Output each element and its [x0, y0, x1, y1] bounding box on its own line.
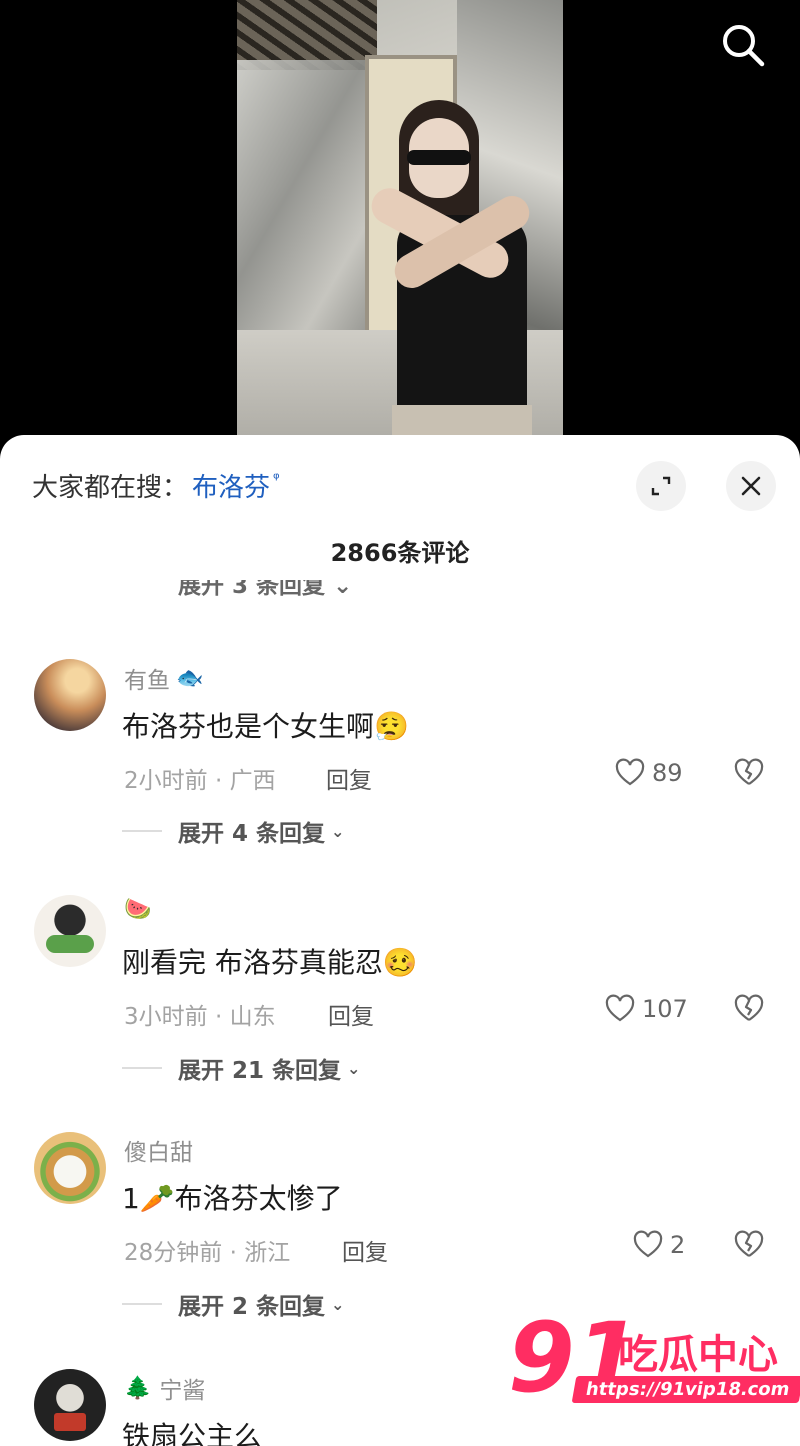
watermark-logo: 91 吃瓜中心 https://91vip18.com [508, 1310, 800, 1420]
comment-text-label: 刚看完 布洛芬真能忍 [122, 946, 383, 979]
comment-username[interactable]: 有鱼 🐟 [124, 661, 203, 695]
divider-line [122, 830, 162, 832]
watermelon-icon: 🍉 [124, 897, 152, 922]
avatar[interactable] [34, 1369, 106, 1441]
comment-meta: 28分钟前 · 浙江 [124, 1240, 291, 1266]
comment-username[interactable]: 傻白甜 [124, 1133, 193, 1167]
heart-icon [615, 758, 645, 786]
divider-line [122, 1067, 162, 1069]
like-count: 89 [652, 759, 683, 787]
video-person-sunglasses [407, 150, 471, 165]
expand-replies-button[interactable]: 展开 21 条回复 ⌄ [122, 1051, 360, 1085]
expand-replies-label: 展开 2 条回复 [178, 1294, 326, 1320]
username-label: 傻白甜 [124, 1140, 193, 1166]
comment-username[interactable]: 🍉 [124, 897, 159, 922]
avatar-detail [54, 1413, 86, 1431]
heart-icon [633, 1230, 663, 1258]
video-player[interactable] [0, 0, 800, 460]
expand-replies-button[interactable]: 展开 2 条回复 ⌄ [122, 1287, 344, 1321]
reply-button[interactable]: 回复 [326, 761, 372, 795]
dislike-button[interactable] [732, 757, 766, 793]
broken-heart-icon [734, 994, 764, 1021]
broken-heart-icon [734, 1230, 764, 1257]
reply-button[interactable]: 回复 [328, 997, 374, 1031]
like-button[interactable]: 107 [604, 993, 688, 1025]
username-label: 有鱼 [124, 668, 170, 694]
expand-replies-label: 展开 4 条回复 [178, 821, 326, 847]
expand-replies-partial[interactable]: 展开 3 条回复 ⌄ [178, 580, 352, 606]
avatar[interactable] [34, 659, 106, 731]
heart-icon [605, 994, 635, 1022]
chevron-down-icon: ⌄ [331, 1294, 345, 1314]
like-button[interactable]: 2 [632, 1229, 685, 1261]
comment-text: 布洛芬也是个女生啊😮‍💨 [122, 705, 409, 745]
close-button[interactable] [726, 461, 776, 511]
comment-text-label: 布洛芬也是个女生啊 [122, 710, 375, 743]
fullscreen-icon [651, 476, 671, 496]
expand-replies-button[interactable]: 展开 4 条回复 ⌄ [122, 814, 344, 848]
comment-text: 刚看完 布洛芬真能忍🥴 [122, 941, 418, 981]
dislike-button[interactable] [732, 1229, 766, 1265]
trending-search[interactable]: 大家都在搜： 布洛芬 ᵠ [32, 465, 280, 505]
expand-replies-partial-label: 展开 3 条回复 ⌄ [178, 580, 353, 599]
broken-heart-icon [734, 758, 764, 785]
fullscreen-button[interactable] [636, 461, 686, 511]
avatar[interactable] [34, 895, 106, 967]
search-small-icon: ᵠ [273, 468, 280, 488]
username-label: 宁酱 [159, 1378, 206, 1404]
divider-line [122, 1303, 162, 1305]
watermark-brand: 吃瓜中心 [618, 1332, 778, 1378]
chevron-down-icon: ⌄ [331, 821, 345, 841]
watermark-url: https://91vip18.com [571, 1376, 800, 1403]
comment-count: 2866条评论 [330, 539, 470, 567]
like-count: 2 [670, 1231, 686, 1259]
comment-sheet: 大家都在搜： 布洛芬 ᵠ 2866条评论 展开 3 条回复 ⌄ 有鱼 🐟 布洛芬… [0, 435, 800, 1446]
comment-username[interactable]: 🌲 宁酱 [124, 1371, 205, 1405]
fish-icon: 🐟 [176, 665, 204, 691]
expand-replies-label: 展开 21 条回复 [178, 1058, 342, 1084]
comment-text: 1🥕布洛芬太惨了 [122, 1182, 343, 1215]
like-count: 107 [642, 995, 688, 1023]
reply-button[interactable]: 回复 [342, 1233, 388, 1267]
chevron-down-icon: ⌄ [347, 1058, 361, 1078]
dislike-button[interactable] [732, 993, 766, 1029]
avatar-detail [46, 935, 94, 953]
evergreen-tree-icon: 🌲 [124, 1375, 152, 1401]
close-icon [741, 476, 761, 496]
comment-meta: 3小时前 · 山东 [124, 1004, 276, 1030]
comment-meta: 2小时前 · 广西 [124, 768, 276, 794]
woozy-face-icon: 🥴 [382, 946, 418, 979]
video-frame [237, 0, 563, 460]
comment-text: 铁扇公主么 [122, 1420, 263, 1446]
avatar[interactable] [34, 1132, 106, 1204]
trending-search-prefix: 大家都在搜： [32, 472, 189, 503]
like-button[interactable]: 89 [614, 757, 683, 789]
sighing-face-icon: 😮‍💨 [374, 710, 409, 743]
trending-search-term[interactable]: 布洛芬 [192, 467, 270, 504]
search-icon[interactable] [718, 20, 768, 70]
